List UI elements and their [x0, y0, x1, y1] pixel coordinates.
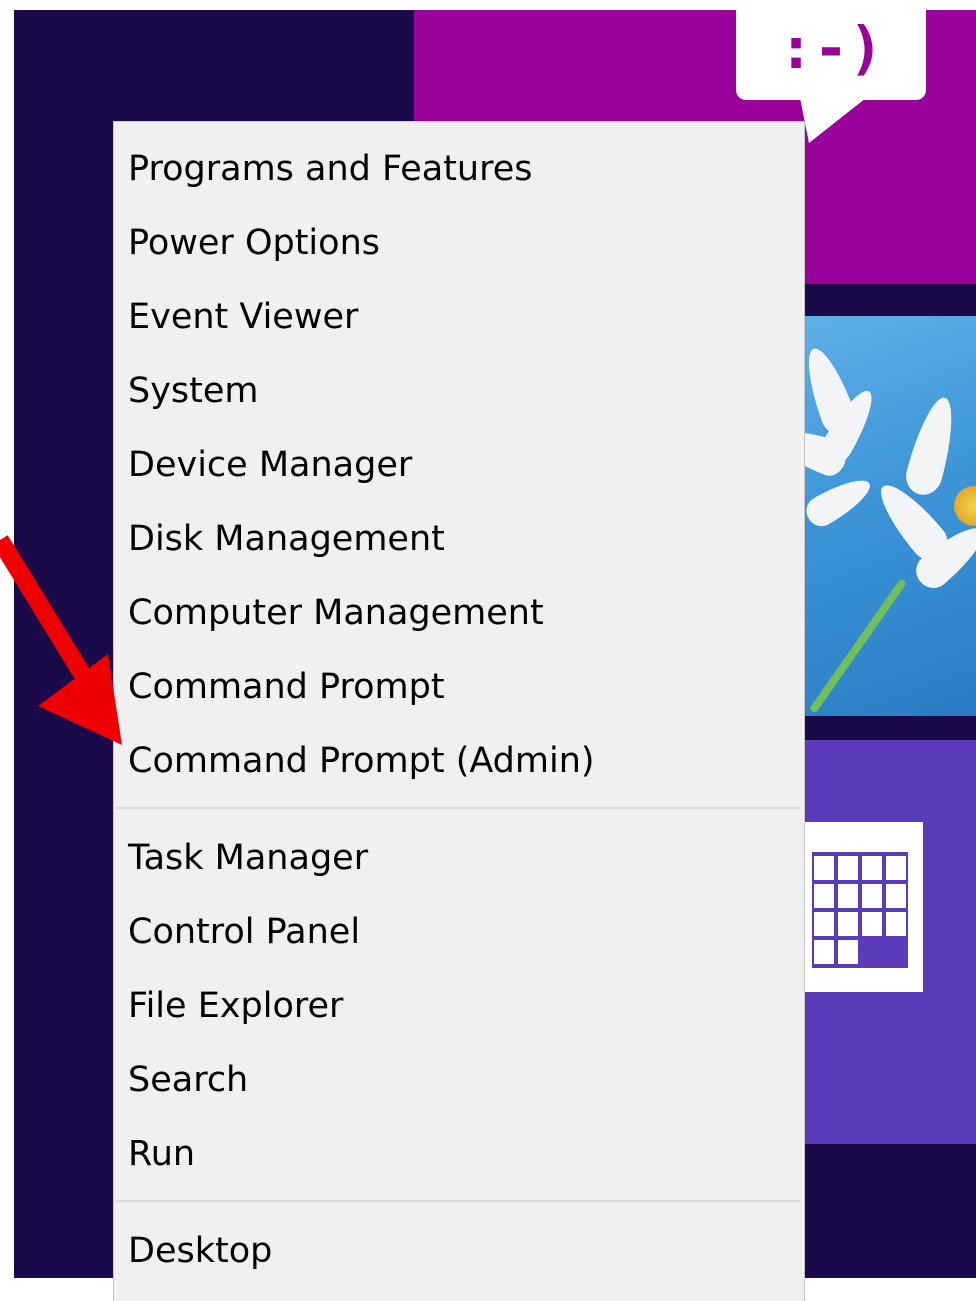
calendar-cell [862, 856, 882, 880]
red-arrow-icon [0, 535, 122, 745]
menu-separator [116, 807, 800, 809]
calendar-cell [814, 856, 834, 880]
menu-item-file-explorer[interactable]: File Explorer [128, 969, 343, 1043]
power-user-menu: Programs and Features Power Options Even… [113, 121, 805, 1301]
calendar-grid [812, 852, 908, 968]
menu-item-desktop[interactable]: Desktop [128, 1214, 272, 1288]
calendar-cell [862, 884, 882, 908]
calendar-cell [886, 856, 906, 880]
calendar-cell [814, 940, 834, 964]
menu-item-run[interactable]: Run [128, 1117, 195, 1191]
calendar-cell [838, 856, 858, 880]
calendar-cell [838, 884, 858, 908]
flower-center [954, 486, 976, 526]
calendar-cell [838, 940, 858, 964]
calendar-cell [886, 884, 906, 908]
flower-stem [808, 578, 908, 714]
menu-separator [116, 1200, 800, 1202]
calendar-cell [862, 912, 882, 936]
photos-tile[interactable] [794, 316, 976, 716]
calendar-cell [886, 912, 906, 936]
calendar-cell [838, 912, 858, 936]
calendar-cell [814, 912, 834, 936]
menu-item-search[interactable]: Search [128, 1043, 248, 1117]
flower-petal [801, 470, 877, 532]
menu-item-control-panel[interactable]: Control Panel [128, 895, 360, 969]
smiley-emoticon: :-) [778, 14, 884, 82]
flower-petal [901, 393, 963, 499]
calendar-cell [814, 884, 834, 908]
arrow-shaft [0, 535, 100, 695]
menu-item-task-manager[interactable]: Task Manager [128, 821, 368, 895]
